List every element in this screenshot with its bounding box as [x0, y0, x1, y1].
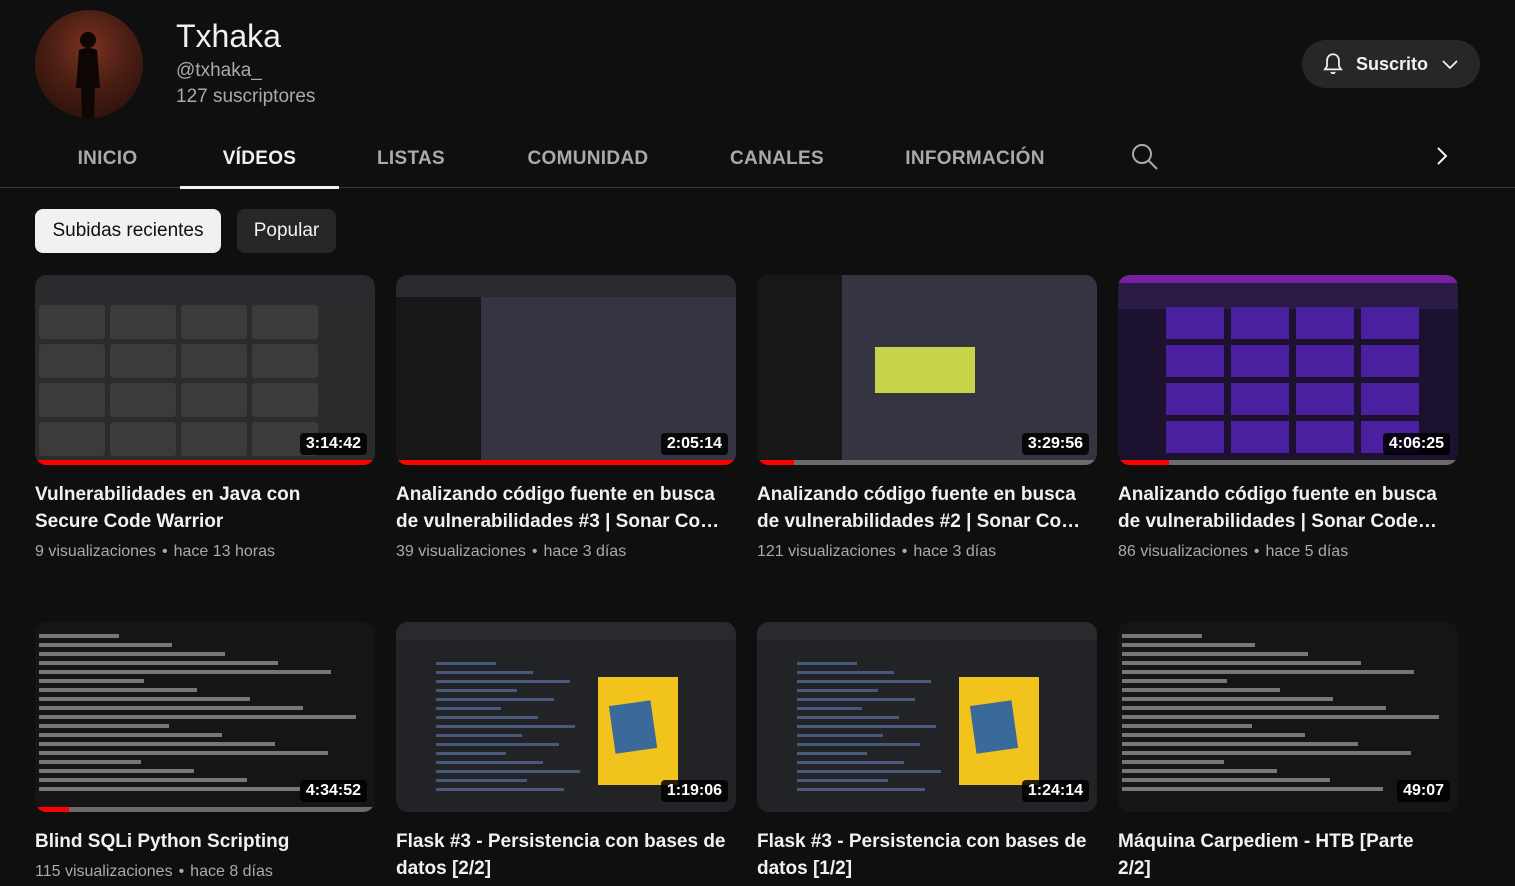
video-duration: 3:14:42	[299, 433, 367, 455]
video-thumbnail[interactable]: 4:34:52	[35, 622, 375, 812]
video-duration: 49:07	[1397, 780, 1450, 802]
watch-progress-track	[1118, 460, 1458, 465]
search-icon[interactable]	[1130, 142, 1160, 172]
tab-videos[interactable]: VÍDEOS	[180, 130, 339, 189]
video-meta: 9 visualizaciones • hace 13 horas	[35, 543, 375, 561]
video-title[interactable]: Flask #3 - Persistencia con bases de dat…	[396, 828, 726, 882]
video-views: 121 visualizaciones	[757, 543, 896, 560]
video-duration: 2:05:14	[660, 433, 728, 455]
video-age: hace 5 días	[1265, 543, 1349, 560]
video-duration: 3:29:56	[1021, 433, 1089, 455]
video-thumbnail[interactable]: 3:29:56	[757, 275, 1097, 465]
channel-handle: @txhaka_	[176, 60, 262, 81]
video-title[interactable]: Analizando código fuente en busca de vul…	[396, 481, 726, 535]
video-views: 39 visualizaciones	[396, 543, 526, 560]
video-age: hace 13 horas	[173, 543, 275, 560]
video-views: 9 visualizaciones	[35, 543, 156, 560]
video-duration: 1:24:14	[1021, 780, 1089, 802]
meta-separator: •	[531, 543, 538, 560]
video-meta: 39 visualizaciones • hace 3 días	[396, 543, 736, 561]
subscribed-label: Suscrito	[1356, 53, 1429, 74]
watch-progress-bar	[35, 460, 375, 465]
video-meta: 86 visualizaciones • hace 5 días	[1118, 543, 1458, 561]
meta-separator: •	[1253, 543, 1260, 560]
channel-avatar[interactable]	[35, 10, 143, 118]
video-card[interactable]: 1:24:14 Flask #3 - Persistencia con bases…	[757, 622, 1097, 886]
video-age: hace 3 días	[543, 543, 627, 560]
tab-listas[interactable]: LISTAS	[360, 130, 462, 188]
chip-recent-uploads[interactable]: Subidas recientes	[35, 209, 221, 253]
channel-tabs: INICIO VÍDEOS LISTAS COMUNIDAD CANALES I…	[0, 130, 1515, 189]
tab-comunidad[interactable]: COMUNIDAD	[512, 130, 664, 188]
watch-progress-bar	[396, 460, 736, 465]
watch-progress-track	[35, 807, 375, 812]
watch-progress-bar	[1118, 460, 1169, 465]
tab-canales[interactable]: CANALES	[715, 130, 839, 188]
video-card[interactable]: 2:05:14 Analizando código fuente en busca…	[396, 275, 736, 561]
video-thumbnail[interactable]: 4:06:25	[1118, 275, 1458, 465]
video-thumbnail[interactable]: 49:07	[1118, 622, 1458, 812]
channel-name: Txhaka	[176, 18, 281, 54]
video-duration: 1:19:06	[660, 780, 728, 802]
video-card[interactable]: 4:34:52 Blind SQLi Python Scripting 115 vi…	[35, 622, 375, 881]
video-duration: 4:06:25	[1382, 433, 1450, 455]
video-age: hace 3 días	[913, 543, 997, 560]
video-views: 86 visualizaciones	[1118, 543, 1248, 560]
video-card[interactable]: 4:06:25 Analizando código fuente en busca…	[1118, 275, 1458, 561]
subscribed-button[interactable]: Suscrito	[1302, 40, 1480, 88]
video-card[interactable]: 1:19:06 Flask #3 - Persistencia con bases…	[396, 622, 736, 886]
channel-header: Txhaka @txhaka_ 127 suscriptores Suscrit…	[0, 0, 1515, 130]
avatar-figure	[76, 32, 100, 118]
video-age: hace 8 días	[190, 863, 273, 880]
video-title[interactable]: Flask #3 - Persistencia con bases de dat…	[757, 828, 1087, 882]
tab-informacion[interactable]: INFORMACIÓN	[890, 130, 1060, 188]
video-card[interactable]: 3:14:42 Vulnerabilidades en Java con Secu…	[35, 275, 375, 561]
video-thumbnail[interactable]: 1:24:14	[757, 622, 1097, 812]
subscriber-count: 127 suscriptores	[176, 86, 316, 107]
video-views: 115 visualizaciones	[35, 863, 173, 880]
bell-icon	[1323, 53, 1343, 75]
video-title[interactable]: Blind SQLi Python Scripting	[35, 828, 365, 855]
chip-popular[interactable]: Popular	[237, 209, 336, 253]
tab-inicio[interactable]: INICIO	[60, 130, 155, 188]
meta-separator: •	[901, 543, 908, 560]
video-meta: 115 visualizaciones • hace 8 días	[35, 863, 375, 881]
video-title[interactable]: Analizando código fuente en busca de vul…	[1118, 481, 1448, 535]
video-title[interactable]: Vulnerabilidades en Java con Secure Code…	[35, 481, 365, 535]
meta-separator: •	[178, 863, 185, 880]
chevron-down-icon	[1442, 60, 1458, 70]
video-card[interactable]: 3:29:56 Analizando código fuente en busca…	[757, 275, 1097, 561]
chevron-right-icon[interactable]	[1430, 144, 1454, 168]
video-title[interactable]: Analizando código fuente en busca de vul…	[757, 481, 1087, 535]
video-thumbnail[interactable]: 3:14:42	[35, 275, 375, 465]
video-meta: 121 visualizaciones • hace 3 días	[757, 543, 1097, 561]
watch-progress-track	[757, 460, 1097, 465]
meta-separator: •	[161, 543, 168, 560]
video-duration: 4:34:52	[299, 780, 367, 802]
watch-progress-bar	[35, 807, 69, 812]
video-thumbnail[interactable]: 2:05:14	[396, 275, 736, 465]
video-thumbnail[interactable]: 1:19:06	[396, 622, 736, 812]
video-title[interactable]: Máquina Carpediem - HTB [Parte 2/2]	[1118, 828, 1448, 882]
video-card[interactable]: 49:07 Máquina Carpediem - HTB [Parte 2/2]	[1118, 622, 1458, 886]
watch-progress-bar	[757, 460, 795, 465]
